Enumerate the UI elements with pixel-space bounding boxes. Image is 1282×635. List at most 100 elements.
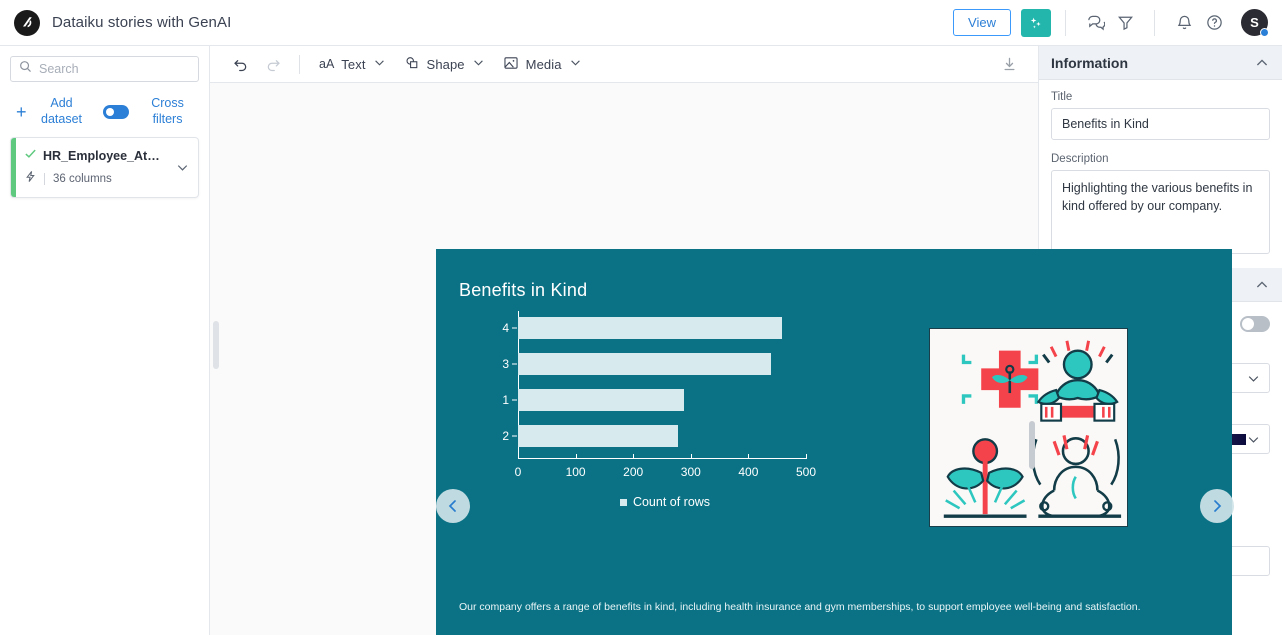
hidden-toggle[interactable] [1240, 316, 1270, 332]
text-size-icon: aA [319, 57, 335, 71]
filter-icon[interactable] [1110, 8, 1140, 38]
chart-y-tick-label: 2 [502, 429, 509, 444]
chart-x-tick-label: 400 [738, 465, 759, 479]
page-title: Dataiku stories with GenAI [52, 14, 232, 31]
dataset-name: HR_Employee_Attri... [43, 149, 161, 164]
slide-canvas: Benefits in Kind 4 3 1 2 0 100 200 300 400 500 [210, 83, 1234, 635]
chart-bar-fill [518, 317, 783, 340]
chart-y-tick [512, 435, 517, 437]
editor-toolbar: aA Text Shape Media [210, 46, 1038, 83]
canvas-scrollbar-thumb[interactable] [1029, 421, 1035, 469]
app-body: + Add dataset Cross filters HR_Employee_… [0, 46, 1282, 635]
chevron-down-icon [1246, 371, 1261, 386]
left-sidebar: + Add dataset Cross filters HR_Employee_… [0, 46, 210, 635]
chart-bar[interactable]: 2 [502, 425, 679, 448]
redo-icon [258, 50, 288, 78]
dataset-card-row-meta: 36 columns [24, 170, 161, 188]
slide[interactable]: Benefits in Kind 4 3 1 2 0 100 200 300 400 500 [436, 249, 1232, 635]
canvas-scrollbar[interactable] [1028, 83, 1036, 635]
chart-x-tick [806, 454, 807, 459]
chevron-down-icon[interactable] [167, 138, 198, 197]
text-tool-label: Text [341, 56, 366, 72]
chart-x-tick-label: 300 [680, 465, 701, 479]
chart-y-tick-label: 4 [502, 321, 509, 336]
header-divider-2 [1154, 9, 1155, 36]
editor-center: aA Text Shape Media Benefits in Kind 4 3… [210, 46, 1234, 635]
search-container [0, 46, 209, 90]
canvas-left-scrollbar[interactable] [213, 321, 219, 369]
chart-x-tick-label: 500 [795, 465, 817, 479]
chart-bar-fill [518, 353, 772, 376]
avatar[interactable]: S [1241, 9, 1269, 37]
chart-bar[interactable]: 1 [502, 389, 685, 412]
check-icon [24, 147, 37, 165]
chart-plot-area: 4 3 1 2 [502, 311, 807, 459]
cross-filters-toggle[interactable] [102, 104, 129, 119]
text-tool-button[interactable]: aA Text [311, 53, 394, 75]
download-icon[interactable] [994, 50, 1024, 78]
help-icon[interactable] [1199, 8, 1229, 38]
chat-icon[interactable] [1080, 8, 1110, 38]
chevron-down-icon [1246, 432, 1261, 447]
prev-slide-button[interactable] [436, 489, 470, 523]
chart-x-tick-labels: 0 100 200 300 400 500 [515, 457, 816, 479]
next-slide-button[interactable] [1200, 489, 1234, 523]
chart-bar[interactable]: 3 [502, 353, 772, 376]
chevron-up-icon[interactable] [1254, 55, 1270, 71]
chart-y-tick [512, 399, 517, 401]
dataiku-logo-icon[interactable] [14, 9, 40, 36]
ai-assistant-button[interactable] [1021, 8, 1051, 37]
title-field-label: Title [1051, 91, 1073, 103]
image-icon [503, 55, 519, 74]
view-button[interactable]: View [953, 8, 1011, 37]
information-section-body: Title Benefits in Kind Description Highl… [1039, 80, 1282, 268]
information-section-title: Information [1051, 54, 1128, 71]
legend-label: Count of rows [632, 495, 711, 509]
chevron-down-icon [569, 56, 582, 72]
chevron-up-icon[interactable] [1254, 277, 1270, 293]
add-dataset-plus-icon[interactable]: + [12, 103, 31, 121]
lightning-icon [24, 170, 37, 188]
legend-swatch [619, 498, 627, 506]
avatar-initial: S [1250, 15, 1259, 30]
search-input[interactable] [39, 62, 190, 76]
title-field[interactable]: Benefits in Kind [1051, 108, 1270, 140]
media-tool-button[interactable]: Media [495, 52, 590, 77]
dataset-card-row-title: HR_Employee_Attri... [24, 147, 161, 165]
add-dataset-button[interactable]: Add dataset [35, 96, 89, 127]
dataset-card-body: HR_Employee_Attri... 36 columns [16, 138, 167, 197]
search-box[interactable] [10, 56, 199, 82]
shape-icon [404, 55, 420, 74]
dataset-actions: + Add dataset Cross filters [0, 90, 209, 137]
search-icon [19, 60, 32, 78]
chart-bar-fill [518, 425, 679, 448]
chart-x-tick-label: 0 [514, 465, 522, 479]
chart-y-tick [512, 363, 517, 365]
chart-y-tick [512, 327, 517, 329]
slide-title: Benefits in Kind [459, 280, 588, 300]
header-divider-1 [1065, 9, 1066, 36]
chart-x-tick-label: 200 [623, 465, 644, 479]
cross-filters-button[interactable]: Cross filters [141, 96, 195, 127]
chart-bar-fill [518, 389, 685, 412]
header-actions: View S [953, 8, 1269, 38]
dataset-card[interactable]: HR_Employee_Attri... 36 columns [10, 137, 199, 199]
chevron-down-icon [472, 56, 485, 72]
chart-x-tick-label: 100 [565, 465, 586, 479]
dataset-columns: 36 columns [44, 173, 112, 186]
description-field[interactable]: Highlighting the various benefits in kin… [1051, 170, 1270, 254]
undo-icon[interactable] [226, 50, 256, 78]
bell-icon[interactable] [1169, 8, 1199, 38]
toolbar-divider [299, 54, 300, 74]
shape-tool-label: Shape [426, 56, 465, 72]
top-header: Dataiku stories with GenAI View S [0, 0, 1282, 46]
chart-y-tick-label: 1 [502, 393, 509, 408]
chart-bar[interactable]: 4 [502, 317, 783, 340]
story-editor-app: Dataiku stories with GenAI View S Search… [0, 0, 1282, 635]
chart-y-tick-label: 3 [502, 357, 509, 372]
information-section-header[interactable]: Information [1039, 46, 1282, 80]
bar-chart[interactable]: 4 3 1 2 0 100 200 300 400 500 Count of rows [472, 311, 816, 509]
description-field-label: Description [1051, 153, 1109, 165]
shape-tool-button[interactable]: Shape [396, 52, 493, 77]
chart-legend: Count of rows [518, 495, 812, 509]
